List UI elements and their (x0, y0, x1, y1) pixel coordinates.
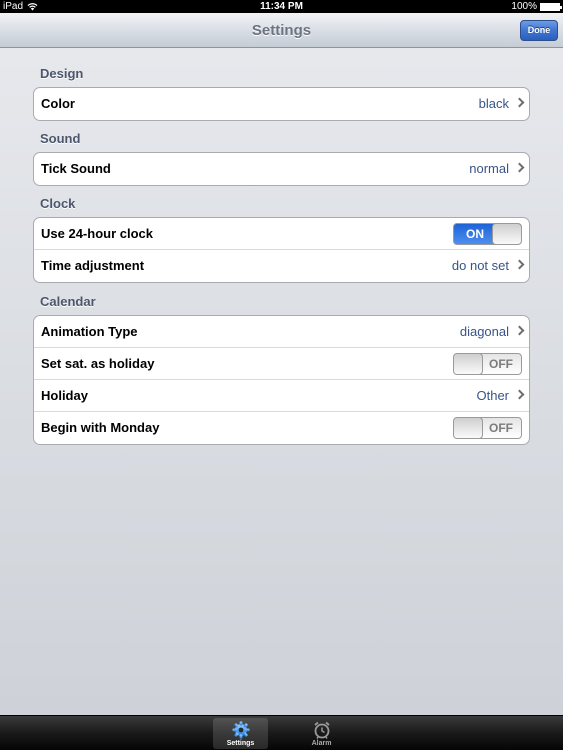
row-label: Time adjustment (41, 258, 145, 273)
row-value: black (478, 96, 509, 111)
row-begin-with-monday: Begin with Monday OFF (34, 412, 529, 444)
row-label: Holiday (41, 388, 88, 403)
group-sound: Tick Sound normal (33, 152, 530, 186)
toggle-knob (492, 224, 521, 244)
status-bar: iPad 11:34 PM 100% (0, 0, 563, 13)
row-label: Begin with Monday (41, 420, 160, 435)
tab-alarm[interactable]: Alarm (294, 718, 349, 749)
chevron-right-icon (514, 259, 525, 270)
toggle-begin-with-monday[interactable]: OFF (453, 417, 522, 439)
row-label: Use 24-hour clock (41, 226, 153, 241)
tab-label: Alarm (311, 740, 332, 747)
row-label: Tick Sound (41, 161, 111, 176)
toggle-saturday-holiday[interactable]: OFF (453, 353, 522, 375)
row-label: Set sat. as holiday (41, 356, 155, 371)
row-saturday-holiday: Set sat. as holiday OFF (34, 348, 529, 380)
chevron-right-icon (514, 97, 525, 108)
tab-settings[interactable]: Settings (213, 718, 268, 749)
row-time-adjustment[interactable]: Time adjustment do not set (34, 250, 529, 282)
row-24-hour-clock: Use 24-hour clock ON (34, 218, 529, 250)
section-header-design: Design (40, 66, 84, 81)
battery-icon (540, 2, 562, 11)
row-label: Color (41, 96, 75, 111)
row-value: do not set (451, 258, 509, 273)
toggle-24-hour-clock[interactable]: ON (453, 223, 522, 245)
chevron-right-icon (514, 162, 525, 173)
row-animation-type[interactable]: Animation Type diagonal (34, 316, 529, 348)
battery-percent: 100% (511, 1, 537, 12)
row-tick-sound[interactable]: Tick Sound normal (34, 153, 529, 185)
tab-label: Settings (226, 740, 255, 747)
row-value: Other (476, 388, 509, 403)
gear-icon (232, 721, 249, 739)
row-value: diagonal (459, 324, 509, 339)
toggle-state: OFF (489, 357, 513, 371)
row-value: normal (469, 161, 509, 176)
chevron-right-icon (514, 325, 525, 336)
row-label: Animation Type (41, 324, 138, 339)
section-header-calendar: Calendar (40, 294, 96, 309)
group-design: Color black (33, 87, 530, 121)
group-clock: Use 24-hour clock ON Time adjustment do … (33, 217, 530, 283)
section-header-clock: Clock (40, 196, 76, 211)
toggle-knob (454, 418, 483, 438)
page-title: Settings (251, 22, 312, 39)
done-button[interactable]: Done (520, 20, 558, 41)
status-right: 100% (511, 0, 562, 13)
row-color[interactable]: Color black (34, 88, 529, 120)
chevron-right-icon (514, 389, 525, 400)
tab-bar: Settings Alarm (0, 715, 563, 750)
alarm-clock-icon (313, 721, 330, 739)
section-header-sound: Sound (40, 131, 81, 146)
status-time: 11:34 PM (260, 1, 303, 12)
settings-content: Design Color black Sound Tick Sound norm… (0, 48, 563, 715)
toggle-state: OFF (489, 421, 513, 435)
toggle-knob (454, 354, 483, 374)
row-holiday[interactable]: Holiday Other (34, 380, 529, 412)
group-calendar: Animation Type diagonal Set sat. as holi… (33, 315, 530, 445)
toggle-state: ON (466, 227, 484, 241)
navigation-bar: Settings Done (0, 13, 563, 48)
